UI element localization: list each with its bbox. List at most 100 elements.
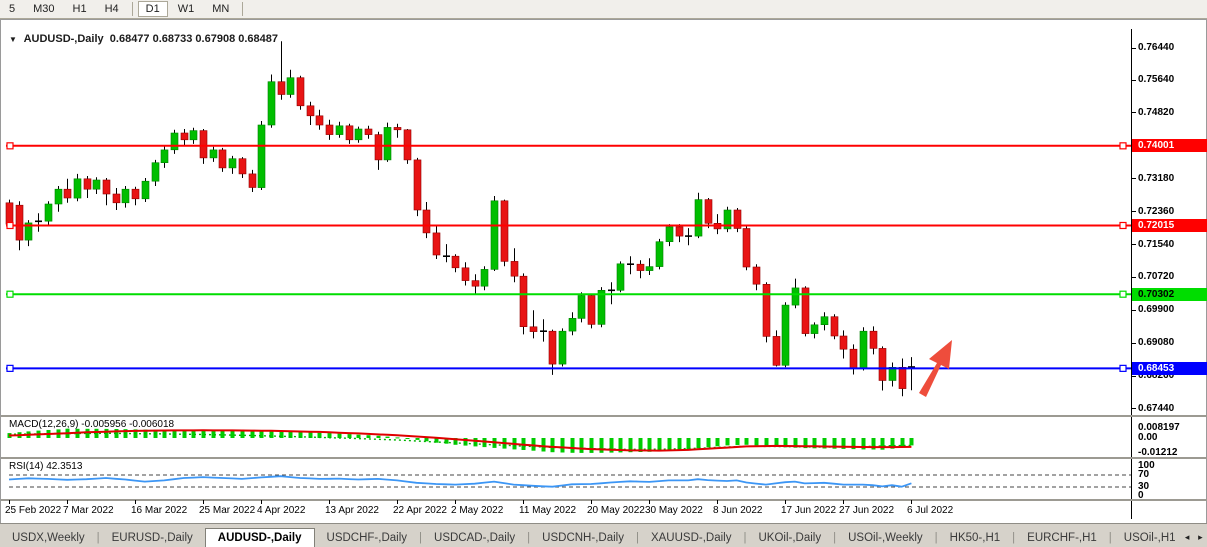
time-tickmark bbox=[523, 500, 524, 504]
bull-candle bbox=[559, 331, 566, 364]
chart-window: ▼ AUDUSD-,Daily 0.68477 0.68733 0.67908 … bbox=[0, 19, 1207, 524]
chart-tab-eurusd-daily[interactable]: EURUSD-,Daily bbox=[100, 529, 205, 547]
bear-candle bbox=[346, 126, 353, 140]
chart-tab-usdchf-daily[interactable]: USDCHF-,Daily bbox=[315, 529, 420, 547]
bear-candle bbox=[462, 268, 469, 281]
bull-candle bbox=[481, 269, 488, 286]
time-tickmark bbox=[67, 500, 68, 504]
chart-tab-audusd-daily[interactable]: AUDUSD-,Daily bbox=[205, 528, 315, 547]
bull-candle bbox=[569, 318, 576, 331]
time-tickmark bbox=[261, 500, 262, 504]
bear-candle bbox=[433, 233, 440, 255]
rsi-panel-separator[interactable] bbox=[1, 457, 1207, 459]
price-tickmark bbox=[1131, 48, 1136, 49]
bull-candle bbox=[93, 180, 100, 189]
date-label: 11 May 2022 bbox=[519, 505, 576, 516]
bear-candle bbox=[365, 129, 372, 135]
chart-tab-ukoil-daily[interactable]: UKOil-,Daily bbox=[746, 529, 833, 547]
time-tickmark bbox=[9, 500, 10, 504]
chart-tab-xauusd-daily[interactable]: XAUUSD-,Daily bbox=[639, 529, 744, 547]
bull-candle bbox=[171, 133, 178, 150]
hline-anchor bbox=[1120, 291, 1126, 297]
price-tickmark bbox=[1131, 112, 1136, 113]
time-tickmark bbox=[785, 500, 786, 504]
timeframe-button-mn[interactable]: MN bbox=[204, 1, 237, 17]
tab-scroll-right-button[interactable]: ▸ bbox=[1195, 529, 1206, 545]
chart-tab-usoil-h1[interactable]: USOil-,H1 bbox=[1112, 529, 1181, 547]
macd-hist-bar bbox=[571, 438, 575, 453]
bull-candle bbox=[210, 150, 217, 158]
timeframe-button-h4[interactable]: H4 bbox=[97, 1, 127, 17]
tab-scroll-left-button[interactable]: ◂ bbox=[1182, 529, 1193, 545]
price-tickmark bbox=[1131, 244, 1136, 245]
toolbar-divider bbox=[132, 2, 133, 16]
bear-candle bbox=[511, 261, 518, 276]
bull-candle bbox=[491, 201, 498, 270]
bear-candle bbox=[64, 189, 71, 198]
time-tickmark bbox=[329, 500, 330, 504]
bear-candle bbox=[530, 327, 537, 332]
bull-candle bbox=[122, 189, 129, 203]
bear-candle bbox=[16, 205, 23, 240]
date-label: 13 Apr 2022 bbox=[325, 505, 379, 516]
bear-candle bbox=[181, 133, 188, 140]
chart-tab-hk50-h1[interactable]: HK50-,H1 bbox=[938, 529, 1013, 547]
bull-candle bbox=[152, 163, 159, 182]
timeframe-button-h1[interactable]: H1 bbox=[65, 1, 95, 17]
time-tickmark bbox=[717, 500, 718, 504]
timeframe-button-w1[interactable]: W1 bbox=[170, 1, 203, 17]
macd-panel-separator[interactable] bbox=[1, 415, 1207, 417]
timeframe-button-m30[interactable]: M30 bbox=[25, 1, 62, 17]
bull-candle bbox=[695, 200, 702, 237]
timeframe-button-5[interactable]: 5 bbox=[1, 1, 23, 17]
timeframe-button-d1[interactable]: D1 bbox=[138, 1, 168, 17]
bull-candle bbox=[258, 125, 265, 188]
bear-candle bbox=[103, 180, 110, 194]
bear-candle bbox=[773, 336, 780, 365]
chart-tab-usoil-weekly[interactable]: USOil-,Weekly bbox=[836, 529, 935, 547]
bear-candle bbox=[472, 281, 479, 287]
macd-hist-bar bbox=[726, 438, 730, 445]
bear-candle bbox=[452, 256, 459, 268]
bull-candle bbox=[229, 159, 236, 168]
bull-candle bbox=[142, 181, 149, 199]
bear-candle bbox=[705, 200, 712, 224]
bull-candle bbox=[811, 325, 818, 334]
chart-tab-usdcad-daily[interactable]: USDCAD-,Daily bbox=[422, 529, 527, 547]
time-tickmark bbox=[843, 500, 844, 504]
macd-hist-bar bbox=[474, 438, 478, 446]
bear-candle bbox=[316, 116, 323, 125]
macd-hist-bar bbox=[736, 438, 740, 445]
bear-candle bbox=[239, 159, 246, 174]
rsi-line bbox=[9, 476, 911, 487]
time-tickmark bbox=[455, 500, 456, 504]
symbol-dropdown-icon[interactable]: ▼ bbox=[9, 35, 17, 44]
rsi-value: 42.3513 bbox=[46, 461, 82, 472]
price-tick-label: 0.71540 bbox=[1138, 239, 1174, 250]
bear-candle bbox=[307, 106, 314, 116]
bear-candle bbox=[637, 264, 644, 270]
chart-tab-usdcnh-daily[interactable]: USDCNH-,Daily bbox=[530, 529, 636, 547]
timescale-separator bbox=[1, 499, 1207, 501]
bear-candle bbox=[423, 210, 430, 233]
date-label: 7 Mar 2022 bbox=[63, 505, 114, 516]
date-label: 22 Apr 2022 bbox=[393, 505, 447, 516]
chart-tab-eurchf-h1[interactable]: EURCHF-,H1 bbox=[1015, 529, 1109, 547]
bull-candle bbox=[617, 264, 624, 291]
date-label: 25 Feb 2022 bbox=[5, 505, 61, 516]
macd-hist-bar bbox=[755, 438, 759, 445]
time-tickmark bbox=[397, 500, 398, 504]
date-label: 2 May 2022 bbox=[451, 505, 503, 516]
price-tag-0.74001: 0.74001 bbox=[1132, 139, 1207, 152]
hline-anchor bbox=[1120, 143, 1126, 149]
chart-tab-usdx-weekly[interactable]: USDX,Weekly bbox=[0, 529, 97, 547]
bear-candle bbox=[200, 131, 207, 158]
bear-candle bbox=[113, 194, 120, 203]
bull-candle bbox=[45, 204, 52, 221]
price-tag-0.68453: 0.68453 bbox=[1132, 362, 1207, 375]
macd-hist-bar bbox=[707, 438, 711, 447]
hline-anchor bbox=[7, 143, 13, 149]
date-label: 16 Mar 2022 bbox=[131, 505, 187, 516]
price-tickmark bbox=[1131, 277, 1136, 278]
bull-candle bbox=[190, 131, 197, 140]
